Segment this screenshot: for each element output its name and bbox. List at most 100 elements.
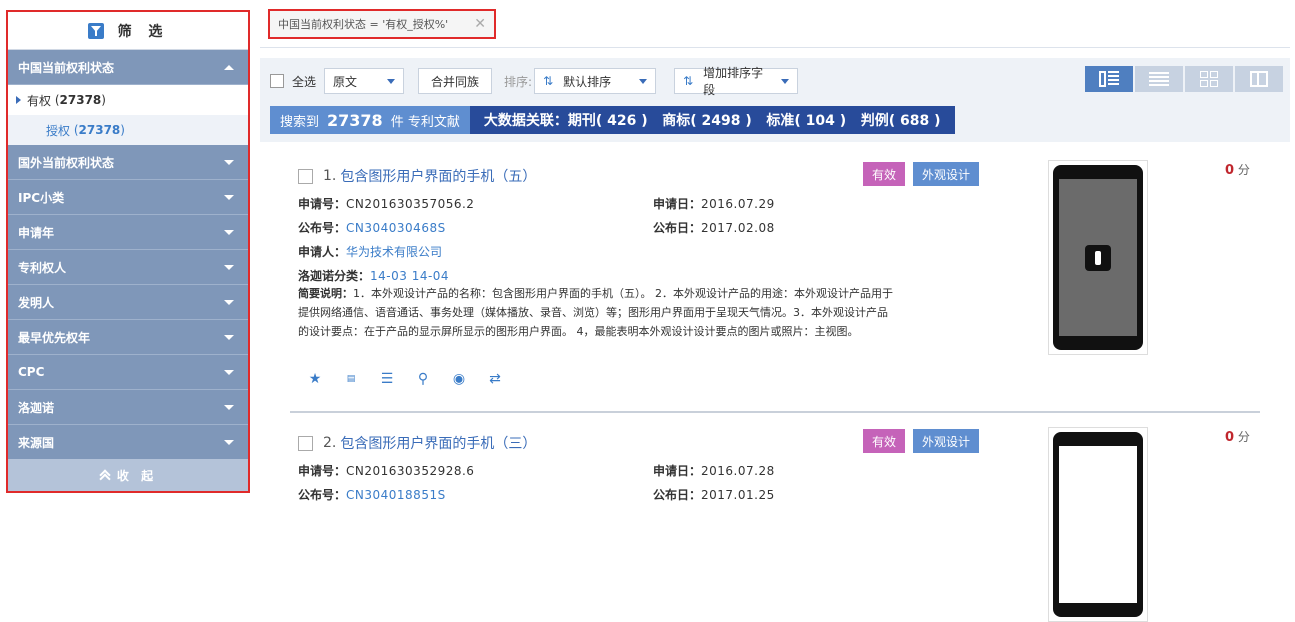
chevron-down-icon <box>224 264 234 270</box>
filter-category-priority-year[interactable]: 最早优先权年 <box>8 320 248 355</box>
view-list-button[interactable] <box>1135 66 1183 92</box>
chevron-down-icon <box>224 404 234 410</box>
category-label: 洛迦诺 <box>18 400 55 415</box>
star-icon[interactable]: ★ <box>306 370 324 388</box>
filter-category-country[interactable]: 来源国 <box>8 425 248 460</box>
filter-header: 筛 选 <box>8 12 248 50</box>
result-title: 2. 包含图形用户界面的手机（三） <box>298 433 536 453</box>
app-date-field: 申请日：2016.07.29 <box>653 197 775 211</box>
option-label: 有权 <box>27 93 52 108</box>
found-prefix: 搜索到 <box>280 114 320 130</box>
sort-icon: ⇅ <box>543 74 554 88</box>
app-no-field: 申请号：CN201630357056.2 <box>298 197 475 211</box>
doc-type-value: 原文 <box>333 74 358 89</box>
phone-image <box>1053 165 1143 350</box>
filter-category-patentee[interactable]: 专利权人 <box>8 250 248 285</box>
result-checkbox[interactable] <box>298 435 313 451</box>
locarno-field: 洛迦诺分类：14-03 14-04 <box>298 269 450 283</box>
alert-icon[interactable]: ◉ <box>450 370 468 388</box>
filter-category-cn-status[interactable]: 中国当前权利状态 <box>8 50 248 85</box>
locarno-link[interactable]: 14-03 14-04 <box>370 269 449 283</box>
filter-option-youquan[interactable]: 有权 (27378) <box>8 85 248 115</box>
status-badge: 有效 <box>863 162 906 186</box>
result-index: 2. <box>323 435 337 451</box>
result-index: 1. <box>323 168 337 184</box>
person-icon[interactable]: ⚲ <box>414 370 432 388</box>
chevron-down-icon <box>639 78 648 84</box>
filter-category-inventor[interactable]: 发明人 <box>8 285 248 320</box>
category-label: 来源国 <box>18 435 55 450</box>
chevron-down-icon <box>781 78 790 84</box>
pdf-icon[interactable]: ▤ <box>342 370 360 388</box>
doc-type-select[interactable]: 原文 <box>324 68 405 94</box>
select-all-label: 全选 <box>292 74 317 89</box>
grid-view-icon <box>1200 71 1218 87</box>
result-thumbnail[interactable] <box>1048 427 1148 622</box>
category-label: 国外当前权利状态 <box>18 155 115 170</box>
double-chevron-up-icon <box>99 469 111 481</box>
add-sort-field-value: 增加排序字段 <box>703 66 764 97</box>
phone-image <box>1053 432 1143 617</box>
filter-option-shouquan[interactable]: 授权 (27378) <box>8 115 248 145</box>
pub-no-field: 公布号：CN304018851S <box>298 488 446 502</box>
add-sort-field-select[interactable]: ⇅ 增加排序字段 <box>674 66 799 97</box>
option-count: (27378) <box>70 123 125 137</box>
pub-date-field: 公布日：2017.01.25 <box>653 488 775 502</box>
category-label: IPC小类 <box>18 190 65 205</box>
option-count: (27378) <box>51 93 106 107</box>
chart-icon[interactable]: ☰ <box>378 370 396 388</box>
view-detail-button[interactable] <box>1235 66 1283 92</box>
view-grid-button[interactable] <box>1185 66 1233 92</box>
query-tag: 中国当前权利状态 = '有权_授权%' ✕ <box>268 9 496 39</box>
filter-title: 筛 选 <box>117 23 169 40</box>
applicant-link[interactable]: 华为技术有限公司 <box>346 245 442 259</box>
caret-right-icon <box>16 96 21 104</box>
category-label: 发明人 <box>18 295 55 310</box>
chevron-down-icon <box>224 369 234 375</box>
filter-category-locarno[interactable]: 洛迦诺 <box>8 390 248 425</box>
result-thumbnail[interactable] <box>1048 160 1148 355</box>
view-summary-button[interactable] <box>1085 66 1133 92</box>
type-badge: 外观设计 <box>913 162 980 186</box>
abstract-label: 简要说明： <box>298 287 353 300</box>
filter-category-app-year[interactable]: 申请年 <box>8 215 248 250</box>
chevron-down-icon <box>224 299 234 305</box>
stats-bar: 搜索到 27378 件 专利文献 大数据关联：期刊( 426 ) 商标( 249… <box>270 106 955 134</box>
collapse-button[interactable]: 收 起 <box>8 459 248 491</box>
found-suffix: 件 专利文献 <box>390 114 460 130</box>
result-checkbox[interactable] <box>298 168 313 184</box>
chevron-down-icon <box>224 194 234 200</box>
collapse-label: 收 起 <box>116 468 158 483</box>
list-view-icon <box>1149 72 1169 86</box>
select-all-checkbox[interactable] <box>270 74 284 88</box>
filter-sidebar: 筛 选 中国当前权利状态 有权 (27378) 授权 (27378) 国外当前权… <box>6 10 250 493</box>
app-no-field: 申请号：CN201630352928.6 <box>298 464 475 478</box>
filter-icon <box>87 22 104 39</box>
result-title-link[interactable]: 包含图形用户界面的手机（五） <box>340 166 536 186</box>
sort-label: 排序: <box>504 74 533 89</box>
main-content: 中国当前权利状态 = '有权_授权%' ✕ 全选 原文 合并同族 排序: ⇅ 默… <box>260 0 1295 622</box>
pub-no-link[interactable]: CN304030468S <box>346 221 446 235</box>
merge-family-label: 合并同族 <box>431 74 480 89</box>
sort-icon: ⇅ <box>683 74 694 88</box>
close-icon[interactable]: ✕ <box>474 16 486 32</box>
filter-category-foreign-status[interactable]: 国外当前权利状态 <box>8 145 248 180</box>
filter-category-ipc[interactable]: IPC小类 <box>8 180 248 215</box>
applicant-field: 申请人：华为技术有限公司 <box>298 245 443 259</box>
option-label: 授权 <box>46 123 71 138</box>
query-text: 中国当前权利状态 = '有权_授权%' <box>278 18 449 31</box>
sort-select[interactable]: ⇅ 默认排序 <box>534 68 657 94</box>
view-switcher <box>1085 66 1283 92</box>
chevron-down-icon <box>387 78 396 84</box>
filter-category-cpc[interactable]: CPC <box>8 355 248 390</box>
chevron-down-icon <box>224 334 234 340</box>
result-title-link[interactable]: 包含图形用户界面的手机（三） <box>340 433 536 453</box>
chevron-down-icon <box>224 229 234 235</box>
compare-icon[interactable]: ⇄ <box>486 370 504 388</box>
category-label: 最早优先权年 <box>18 330 91 345</box>
merge-family-button[interactable]: 合并同族 <box>418 68 493 94</box>
category-label: 中国当前权利状态 <box>18 60 115 75</box>
query-strip: 中国当前权利状态 = '有权_授权%' ✕ <box>260 0 1290 48</box>
app-date-field: 申请日：2016.07.28 <box>653 464 775 478</box>
bigdata-links[interactable]: 大数据关联：期刊( 426 ) 商标( 2498 ) 标准( 104 ) 判例(… <box>469 106 955 134</box>
